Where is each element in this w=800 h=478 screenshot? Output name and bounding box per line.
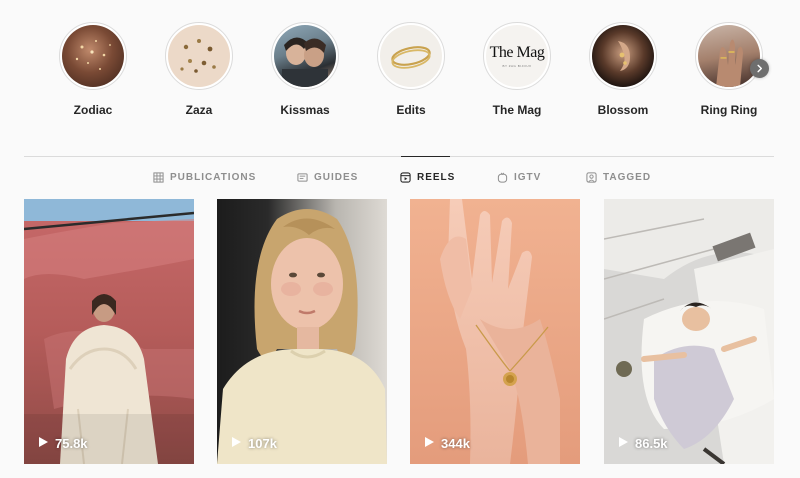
view-count-text: 86.5k	[635, 436, 668, 451]
view-count-text: 344k	[441, 436, 470, 451]
view-count-text: 107k	[248, 436, 277, 451]
highlight-cover-ring: The Mag BY ZAG BIJOUX	[483, 22, 551, 90]
highlight-cover-ring	[271, 22, 339, 90]
story-highlights: Zodiac Zaza Kissmas Edits The Mag BY ZAG…	[0, 0, 800, 130]
highlight-label: Blossom	[597, 103, 649, 117]
mag-cover-subtitle: BY ZAG BIJOUX	[502, 63, 532, 68]
reel-item[interactable]: 107k	[217, 199, 387, 464]
tab-label: GUIDES	[314, 172, 359, 183]
reel-thumbnail	[410, 199, 580, 464]
reel-view-count: 344k	[424, 436, 470, 451]
highlight-cover-image	[274, 25, 336, 87]
view-count-text: 75.8k	[55, 436, 88, 451]
highlight-blossom[interactable]: Blossom	[573, 22, 673, 117]
guide-icon	[297, 172, 308, 183]
highlight-cover-image	[698, 25, 760, 87]
active-tab-indicator	[401, 156, 450, 157]
highlight-label: Ring Ring	[700, 103, 758, 117]
highlight-edits[interactable]: Edits	[361, 22, 461, 117]
highlight-kissmas[interactable]: Kissmas	[255, 22, 355, 117]
highlight-cover-ring	[589, 22, 657, 90]
reel-item[interactable]: 344k	[410, 199, 580, 464]
reels-icon	[400, 172, 411, 183]
igtv-icon	[497, 172, 508, 183]
highlight-label: Zodiac	[73, 103, 113, 117]
grid-icon	[153, 172, 164, 183]
tagged-icon	[586, 172, 597, 183]
reel-thumbnail	[604, 199, 774, 464]
tab-publications[interactable]: PUBLICATIONS	[153, 172, 256, 183]
highlight-cover-ring	[165, 22, 233, 90]
highlight-cover-image	[380, 25, 442, 87]
play-icon	[38, 436, 49, 451]
highlights-next-button[interactable]	[750, 59, 769, 78]
chevron-right-icon	[755, 60, 764, 78]
highlight-label: Zaza	[185, 103, 213, 117]
highlight-cover-ring	[377, 22, 445, 90]
highlight-zodiac[interactable]: Zodiac	[43, 22, 143, 117]
play-icon	[424, 436, 435, 451]
reel-view-count: 86.5k	[618, 436, 668, 451]
reel-view-count: 75.8k	[38, 436, 88, 451]
highlight-label: Kissmas	[280, 103, 330, 117]
tab-label: IGTV	[514, 172, 542, 183]
tab-igtv[interactable]: IGTV	[497, 172, 541, 183]
reel-thumbnail	[24, 199, 194, 464]
tab-tagged[interactable]: TAGGED	[586, 172, 651, 183]
tab-guides[interactable]: GUIDES	[297, 172, 358, 183]
highlight-cover-ring	[695, 22, 763, 90]
reel-view-count: 107k	[231, 436, 277, 451]
reel-thumbnail	[217, 199, 387, 464]
highlight-cover-image	[168, 25, 230, 87]
tabs-divider	[24, 156, 774, 157]
play-icon	[231, 436, 242, 451]
highlight-cover-image: The Mag BY ZAG BIJOUX	[486, 25, 548, 87]
highlight-zaza[interactable]: Zaza	[149, 22, 249, 117]
tab-reels[interactable]: REELS	[400, 172, 455, 183]
reel-item[interactable]: 86.5k	[604, 199, 774, 464]
mag-cover-title: The Mag	[489, 43, 545, 61]
highlight-cover-ring	[59, 22, 127, 90]
highlight-cover-image	[592, 25, 654, 87]
play-icon	[618, 436, 629, 451]
highlight-label: Edits	[396, 103, 426, 117]
highlight-the-mag[interactable]: The Mag BY ZAG BIJOUX The Mag	[467, 22, 567, 117]
reel-item[interactable]: 75.8k	[24, 199, 194, 464]
tab-label: TAGGED	[603, 172, 652, 183]
highlight-cover-image	[62, 25, 124, 87]
tab-label: REELS	[417, 172, 456, 183]
highlight-label: The Mag	[492, 103, 542, 117]
tab-label: PUBLICATIONS	[170, 172, 257, 183]
profile-tabs: PUBLICATIONS GUIDES REELS IGTV TAGGED	[0, 172, 800, 188]
